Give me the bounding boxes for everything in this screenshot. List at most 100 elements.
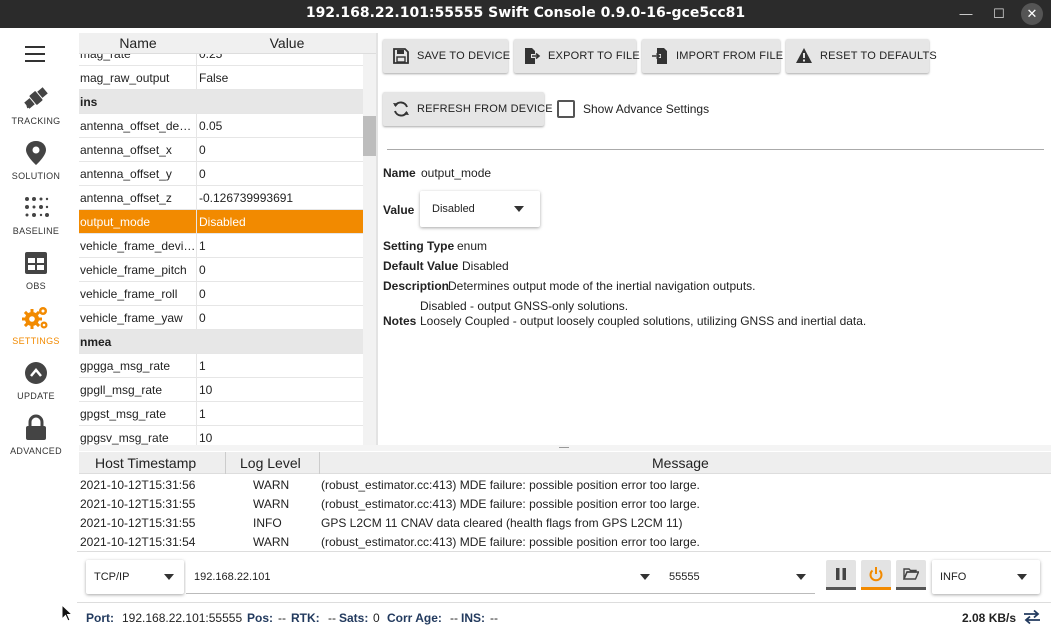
setting-name: vehicle_frame_pitch: [80, 263, 187, 277]
connect-power-button[interactable]: [861, 560, 891, 590]
settings-row[interactable]: gpgll_msg_rate 10: [79, 378, 363, 402]
setting-value: 1: [199, 407, 206, 421]
column-separator: [196, 282, 197, 306]
dot-grid-icon: [25, 197, 49, 217]
log-message: GPS L2CM 11 CNAV data cleared (health fl…: [321, 516, 683, 530]
settings-group-row[interactable]: nmea: [79, 330, 363, 354]
host-dropdown[interactable]: 192.168.22.101: [186, 560, 662, 594]
data-rate: 2.08 KB/s: [962, 611, 1017, 625]
nav-settings[interactable]: SETTINGS: [0, 304, 72, 359]
settings-row[interactable]: mag_raw_output False: [79, 66, 363, 90]
transfer-arrows-icon: [1024, 609, 1040, 625]
hamburger-menu-icon[interactable]: [25, 46, 45, 62]
log-row[interactable]: 2021-10-12T15:31:54 WARN (robust_estimator…: [79, 533, 1051, 552]
import-from-file-button[interactable]: IMPORT FROM FILE: [642, 39, 783, 73]
settings-row[interactable]: gpgst_msg_rate 1: [79, 402, 363, 426]
log-row[interactable]: 2021-10-12T15:31:56 WARN (robust_estimator…: [79, 476, 1051, 495]
maximize-button[interactable]: ☐: [988, 3, 1010, 25]
log-header-timestamp[interactable]: Host Timestamp: [95, 455, 196, 471]
column-separator: [196, 66, 197, 90]
value-dropdown[interactable]: Disabled: [420, 191, 540, 227]
column-separator: [196, 426, 197, 445]
column-separator: [196, 354, 197, 378]
settings-row[interactable]: antenna_offset_y 0: [79, 162, 363, 186]
settings-row[interactable]: antenna_offset_z -0.126739993691: [79, 186, 363, 210]
detail-type-label: Setting Type: [383, 239, 455, 253]
status-sats-value: 0: [373, 611, 380, 625]
export-to-file-button[interactable]: EXPORT TO FILE: [514, 39, 640, 73]
setting-value: 0: [199, 143, 206, 157]
floppy-disk-icon: [393, 48, 409, 64]
settings-table: mag_rate 0.25 mag_raw_output False ins antenn…: [79, 54, 376, 445]
settings-row[interactable]: vehicle_frame_roll 0: [79, 282, 363, 306]
setting-value: 0: [199, 287, 206, 301]
port-dropdown[interactable]: 55555: [661, 560, 815, 594]
minimize-button[interactable]: —: [955, 3, 977, 25]
pane-splitter[interactable]: [376, 33, 378, 445]
setting-value: 0: [199, 311, 206, 325]
close-button[interactable]: ✕: [1021, 3, 1043, 25]
settings-row[interactable]: vehicle_frame_deviation1: [79, 234, 363, 258]
nav-obs[interactable]: OBS: [0, 249, 72, 304]
settings-row[interactable]: mag_rate 0.25: [79, 54, 363, 66]
column-header-value[interactable]: Value: [197, 35, 377, 51]
open-folder-button[interactable]: [896, 560, 926, 590]
sidebar: TRACKING SOLUTION BASELINE OBS SETTINGS …: [0, 28, 72, 630]
settings-scrollbar[interactable]: [363, 116, 376, 156]
setting-value: -0.126739993691: [199, 191, 294, 205]
file-import-icon: [652, 48, 667, 64]
log-row[interactable]: 2021-10-12T15:31:55 INFO GPS L2CM 11 CNAV …: [79, 514, 1051, 533]
warning-icon: [796, 48, 812, 63]
window-title: 192.168.22.101:55555 Swift Console 0.9.0…: [305, 5, 746, 21]
log-header-level[interactable]: Log Level: [240, 455, 301, 471]
setting-name: vehicle_frame_deviation: [80, 239, 196, 253]
protocol-dropdown[interactable]: TCP/IP: [86, 560, 184, 594]
log-level: WARN: [253, 478, 290, 492]
settings-row[interactable]: vehicle_frame_pitch 0: [79, 258, 363, 282]
settings-scroll-track[interactable]: [363, 54, 376, 445]
detail-description-label: Description: [383, 279, 450, 293]
settings-row[interactable]: antenna_offset_deviation0.05: [79, 114, 363, 138]
settings-row[interactable]: gpgsv_msg_rate 10: [79, 426, 363, 445]
satellite-icon: [24, 87, 48, 109]
status-corr-age-label: Corr Age:: [387, 611, 442, 625]
status-sats-label: Sats:: [339, 611, 369, 625]
detail-type-value: enum: [457, 239, 488, 253]
table-icon: [25, 252, 47, 274]
nav-update[interactable]: UPDATE: [0, 359, 72, 414]
log-header-message[interactable]: Message: [652, 455, 709, 471]
show-advanced-label[interactable]: Show Advance Settings: [583, 102, 709, 116]
refresh-from-device-button[interactable]: REFRESH FROM DEVICE: [383, 92, 553, 126]
nav-baseline[interactable]: BASELINE: [0, 194, 72, 249]
show-advanced-checkbox[interactable]: [557, 100, 575, 118]
chevron-up-icon: [25, 362, 47, 384]
settings-row[interactable]: vehicle_frame_yaw 0: [79, 306, 363, 330]
log-row[interactable]: 2021-10-12T15:31:55 WARN (robust_estimator…: [79, 495, 1051, 514]
reset-to-defaults-button[interactable]: RESET TO DEFAULTS: [786, 39, 937, 73]
nav-advanced[interactable]: ADVANCED: [0, 414, 72, 469]
log-message: (robust_estimator.cc:413) MDE failure: p…: [321, 478, 700, 492]
log-splitter[interactable]: [79, 445, 1051, 451]
title-bar: 192.168.22.101:55555 Swift Console 0.9.0…: [0, 0, 1051, 28]
nav-tracking-label: TRACKING: [11, 116, 61, 126]
log-timestamp: 2021-10-12T15:31:55: [80, 516, 196, 530]
detail-name-value: output_mode: [421, 166, 492, 180]
settings-row[interactable]: output_mode Disabled: [79, 210, 363, 234]
nav-tracking[interactable]: TRACKING: [0, 84, 72, 139]
nav-solution[interactable]: SOLUTION: [0, 139, 72, 194]
settings-row[interactable]: antenna_offset_x 0: [79, 138, 363, 162]
status-pos-value: --: [278, 611, 286, 625]
setting-value: 1: [199, 239, 206, 253]
log-level-dropdown[interactable]: INFO: [932, 560, 1040, 594]
status-corr-age-value: --: [450, 611, 458, 625]
pause-button[interactable]: [826, 560, 856, 590]
status-rtk-value: --: [328, 611, 336, 625]
setting-name: gpgll_msg_rate: [80, 383, 163, 397]
save-to-device-button[interactable]: SAVE TO DEVICE: [383, 39, 510, 73]
column-header-name[interactable]: Name: [79, 35, 197, 51]
status-port-label: Port:: [86, 611, 114, 625]
settings-group-row[interactable]: ins: [79, 90, 363, 114]
settings-row[interactable]: gpgga_msg_rate 1: [79, 354, 363, 378]
setting-name: ins: [80, 95, 98, 109]
column-separator: [196, 378, 197, 402]
